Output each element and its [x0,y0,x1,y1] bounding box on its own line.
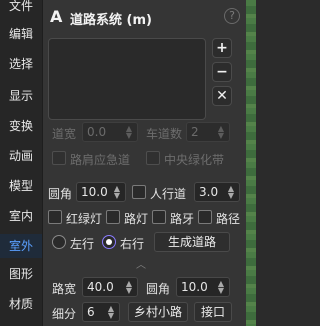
shoulder-lane-checkbox[interactable] [52,151,66,165]
path-label: 路径 [216,212,241,226]
sidebar-item-display[interactable]: 显示 [0,84,42,108]
street-lamp-label: 路灯 [124,212,149,226]
corner-radius2-spinner[interactable]: 10.0 ▲ ▼ [176,277,230,297]
lane-count-spinner[interactable]: 2 ▲ ▼ [186,122,230,142]
road-width2-label: 路宽 [52,282,77,296]
road-width2-spinner[interactable]: 40.0 ▲ ▼ [82,277,138,297]
sidewalk-width-spinner[interactable]: 3.0 ▲ ▼ [194,182,240,202]
lane-count-label: 车道数 [146,127,183,141]
generate-road-button[interactable]: 生成道路 [154,232,230,252]
median-green-checkbox[interactable] [146,151,160,165]
village-road-button[interactable]: 乡村小路 [128,302,188,322]
subdivide-value: 6 [87,305,95,319]
drive-right-label: 右行 [120,237,145,251]
median-green-label: 中央绿化带 [164,153,225,167]
add-road-button[interactable]: + [212,38,232,58]
subdivide-label: 细分 [52,307,77,321]
sidebar-item-material[interactable]: 材质 [0,292,42,316]
road-width-value: 0.0 [87,125,107,139]
sidewalk-checkbox[interactable] [132,185,146,199]
road-logo-icon: A [50,7,63,26]
sidebar-item-transform[interactable]: 变换 [0,114,42,138]
sidewalk-width-value: 3.0 [199,185,219,199]
shoulder-lane-label: 路肩应急道 [70,153,131,167]
path-checkbox[interactable] [198,210,212,224]
panel-title: 道路系统 (m) [70,13,152,28]
corner-radius-label: 圆角 [48,187,73,201]
drive-left-label: 左行 [70,237,95,251]
spinner-arrows-icon[interactable]: ▲ ▼ [123,125,135,140]
road-width2-value: 40.0 [87,280,114,294]
panel-header: A 道路系统 (m) ? [44,6,244,28]
collapse-chevron-icon[interactable]: ︿ [134,261,148,271]
sidebar-item-file[interactable]: 文件 [0,0,42,18]
delete-road-button[interactable]: ✕ [212,86,232,106]
curb-checkbox[interactable] [152,210,166,224]
drive-left-radio[interactable] [52,235,66,249]
sidebar-item-exterior[interactable]: 室外 [0,234,42,258]
sidebar-item-animation[interactable]: 动画 [0,144,42,168]
drive-right-radio[interactable] [102,235,116,249]
spinner-arrows-icon[interactable]: ▲ ▼ [225,185,237,200]
road-width-spinner[interactable]: 0.0 ▲ ▼ [82,122,138,142]
road-list[interactable] [48,38,206,120]
spinner-arrows-icon[interactable]: ▲ ▼ [123,280,135,295]
sidebar-item-model[interactable]: 模型 [0,174,42,198]
corner-radius2-label: 圆角 [146,282,171,296]
lane-count-value: 2 [191,125,199,139]
sidewalk-label: 人行道 [150,187,187,201]
traffic-light-checkbox[interactable] [48,210,62,224]
subdivide-spinner[interactable]: 6 ▲ ▼ [82,302,120,322]
corner-radius-spinner[interactable]: 10.0 ▲ ▼ [76,182,126,202]
spinner-arrows-icon[interactable]: ▲ ▼ [215,125,227,140]
traffic-light-label: 红绿灯 [66,212,103,226]
sidebar-item-graphics[interactable]: 图形 [0,262,42,286]
junction-button[interactable]: 接口 [194,302,232,322]
sidebar: 文件 编辑 选择 显示 变换 动画 模型 室内 室外 图形 材质 [0,0,42,326]
spinner-arrows-icon[interactable]: ▲ ▼ [215,280,227,295]
help-icon[interactable]: ? [224,8,240,24]
curb-label: 路牙 [170,212,195,226]
remove-road-button[interactable]: − [212,62,232,82]
sidebar-item-select[interactable]: 选择 [0,52,42,76]
road-width-label: 道宽 [52,127,77,141]
street-lamp-checkbox[interactable] [106,210,120,224]
sidebar-item-interior[interactable]: 室内 [0,204,42,228]
corner-radius-value: 10.0 [81,185,108,199]
viewport-edge [246,0,256,326]
corner-radius2-value: 10.0 [181,280,208,294]
spinner-arrows-icon[interactable]: ▲ ▼ [111,185,123,200]
spinner-arrows-icon[interactable]: ▲ ▼ [105,305,117,320]
sidebar-item-edit[interactable]: 编辑 [0,22,42,46]
